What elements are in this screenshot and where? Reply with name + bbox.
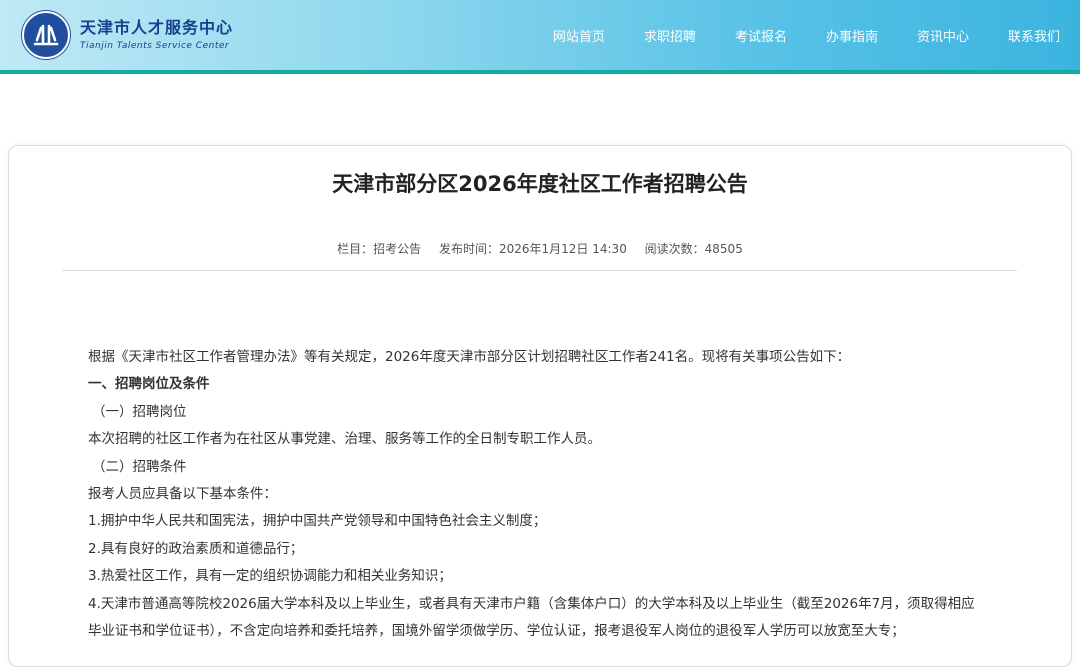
site-logo[interactable]: 天津市人才服务中心 Tianjin Talents Service Center [22, 11, 233, 59]
article-published-time: 发布时间：2026年1月12日 14:30 [438, 242, 627, 256]
article-body: 根据《天津市社区工作者管理办法》等有关规定，2026年度天津市部分区计划招聘社区… [88, 344, 1028, 645]
article-title: 天津市部分区2026年度社区工作者招聘公告 [332, 172, 748, 196]
list-item-continued: 毕业证书和学位证书），不含定向培养和委托培养，国境外留学须做学历、学位认证，报考… [88, 622, 905, 639]
list-item: 3.热爱社区工作，具有一定的组织协调能力和相关业务知识； [88, 568, 452, 585]
intro-paragraph: 根据《天津市社区工作者管理办法》等有关规定，2026年度天津市部分区计划招聘社区… [88, 349, 851, 365]
main-nav: 网站首页 求职招聘 考试报名 办事指南 资讯中心 联系我们 [514, 0, 1060, 70]
nav-exam-registration[interactable]: 考试报名 [735, 26, 787, 45]
article-meta: 栏目：招考公告 发布时间：2026年1月12日 14:30 阅读次数：48505 [9, 240, 1071, 257]
article-column: 栏目：招考公告 [337, 242, 422, 256]
nav-jobs[interactable]: 求职招聘 [644, 26, 696, 45]
body-paragraph: 报考人员应具备以下基本条件： [88, 485, 277, 502]
logo-emblem-icon [22, 11, 70, 59]
nav-contact[interactable]: 联系我们 [1008, 26, 1060, 45]
nav-home[interactable]: 网站首页 [553, 26, 605, 45]
site-name-cn: 天津市人才服务中心 [80, 18, 234, 37]
nav-news-center[interactable]: 资讯中心 [917, 26, 969, 45]
body-paragraph: 本次招聘的社区工作者为在社区从事党建、治理、服务等工作的全日制专职工作人员。 [88, 431, 601, 448]
section-heading: 一、招聘岗位及条件 [88, 376, 210, 393]
site-header: 天津市人才服务中心 Tianjin Talents Service Center… [0, 0, 1080, 74]
title-divider [62, 270, 1017, 271]
article-view-count: 阅读次数：48505 [644, 242, 743, 256]
list-item: 4.天津市普通高等院校2026届大学本科及以上毕业生，或者具有天津市户籍（含集体… [88, 595, 975, 612]
subsection-heading: （一）招聘岗位 [92, 403, 187, 420]
site-name-en: Tianjin Talents Service Center [80, 41, 230, 51]
list-item: 2.具有良好的政治素质和道德品行； [88, 540, 304, 557]
nav-service-guide[interactable]: 办事指南 [826, 26, 878, 45]
subsection-heading: （二）招聘条件 [92, 458, 187, 475]
article-card: 天津市部分区2026年度社区工作者招聘公告 栏目：招考公告 发布时间：2026年… [8, 145, 1072, 667]
list-item: 1.拥护中华人民共和国宪法，拥护中国共产党领导和中国特色社会主义制度； [88, 513, 547, 530]
